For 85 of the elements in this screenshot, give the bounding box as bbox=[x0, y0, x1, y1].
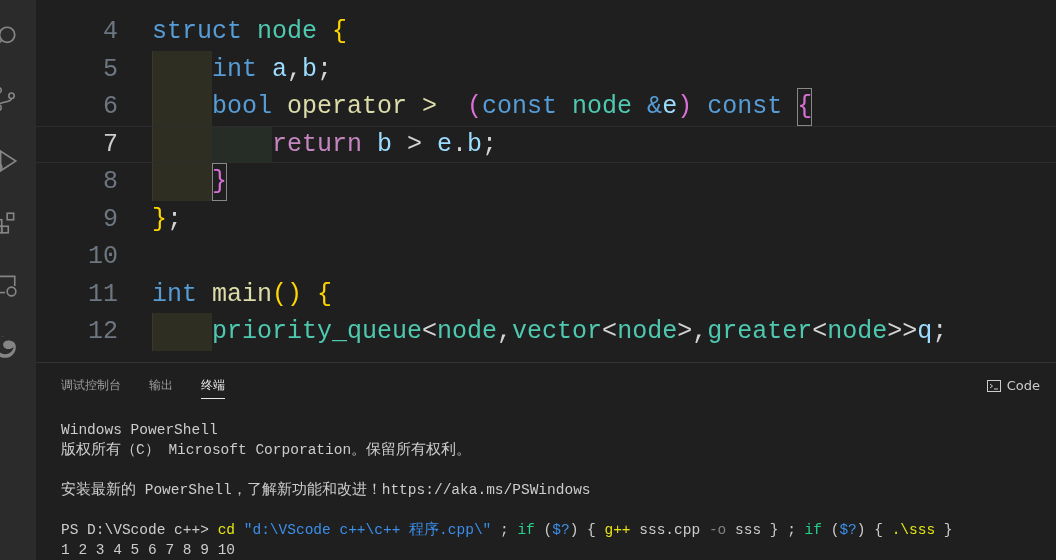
code-token: } bbox=[152, 203, 167, 236]
terminal-text: 安装最新的 PowerShell，了解新功能和改进！https://aka.ms/PSWindows bbox=[61, 482, 591, 498]
code-token: < bbox=[422, 316, 438, 348]
terminal-text: PS D:\VScode c++> bbox=[61, 522, 210, 538]
line-number: 8 bbox=[102, 166, 118, 198]
terminal-text: if bbox=[517, 522, 535, 538]
terminal-text: ) { bbox=[856, 522, 884, 538]
code-token: greater bbox=[707, 316, 813, 348]
code-token: & bbox=[647, 91, 663, 123]
code-token: { bbox=[317, 278, 333, 311]
terminal-name[interactable]: Code bbox=[1006, 378, 1040, 393]
code-token: < bbox=[602, 316, 618, 348]
code-token: priority_queue bbox=[212, 316, 423, 348]
code-token: >, bbox=[677, 316, 708, 348]
terminal-text: 1 2 3 4 5 6 7 8 9 10 bbox=[61, 542, 236, 558]
terminal-text: -o bbox=[708, 522, 727, 538]
line-number: 5 bbox=[102, 53, 118, 86]
terminal-text: sss } ; bbox=[733, 522, 797, 538]
code-token: ; bbox=[167, 203, 183, 236]
code-token: operator bbox=[287, 91, 409, 123]
code-token: return bbox=[272, 128, 363, 161]
terminal-text: g++ bbox=[604, 522, 631, 538]
terminal-text: cd bbox=[217, 522, 237, 538]
terminal-text: .\sss bbox=[891, 522, 936, 538]
line-number: 9 bbox=[102, 203, 118, 236]
terminal-text: Windows PowerShell bbox=[61, 422, 218, 438]
code-token: bool bbox=[212, 91, 273, 123]
code-token: ) bbox=[677, 91, 693, 123]
code-token: () bbox=[272, 278, 304, 311]
code-token: ; bbox=[932, 316, 948, 348]
terminal-icon bbox=[985, 377, 1002, 394]
code-token: b bbox=[302, 53, 318, 86]
code-token: < bbox=[812, 316, 828, 348]
panel-tab[interactable]: 调试控制台 bbox=[61, 372, 121, 399]
code-token: q bbox=[917, 316, 933, 348]
code-token: node bbox=[257, 16, 319, 48]
code-token: node bbox=[437, 316, 498, 348]
code-token: ( bbox=[467, 91, 483, 123]
terminal-text: $? bbox=[552, 522, 570, 538]
code-token: , bbox=[497, 316, 513, 348]
panel-tab[interactable]: 终端 bbox=[201, 372, 225, 399]
code-token: a bbox=[272, 53, 288, 86]
terminal-text: ( bbox=[829, 522, 840, 538]
code-token: node bbox=[572, 91, 634, 123]
code-token: } bbox=[212, 163, 227, 201]
code-token: >> bbox=[887, 316, 918, 348]
line-number: 6 bbox=[102, 91, 118, 123]
terminal-text: sss.cpp bbox=[638, 522, 702, 538]
terminal-text: if bbox=[804, 522, 822, 538]
code-token: struct bbox=[152, 16, 243, 48]
indent-guide bbox=[152, 313, 212, 351]
code-token: node bbox=[827, 316, 888, 348]
code-token: . bbox=[452, 128, 468, 161]
terminal-text: } bbox=[942, 522, 953, 538]
line-number: 10 bbox=[87, 241, 118, 273]
code-token: > bbox=[422, 91, 439, 123]
code-token: b bbox=[467, 128, 483, 161]
terminal-text: ) { bbox=[569, 522, 597, 538]
code-token: { bbox=[332, 16, 348, 48]
terminal-text: $? bbox=[839, 522, 857, 538]
code-token: b bbox=[377, 128, 393, 161]
line-number: 12 bbox=[87, 316, 118, 348]
terminal-text: "d:\VScode c++\c++ 程序.cpp\" bbox=[243, 522, 492, 538]
code-token: main bbox=[212, 278, 273, 311]
line-number: 7 bbox=[102, 128, 118, 161]
code-token: int bbox=[212, 53, 258, 86]
terminal-text: ; bbox=[499, 522, 510, 538]
code-token: vector bbox=[512, 316, 603, 348]
code-token: node bbox=[617, 316, 678, 348]
code-token: e bbox=[437, 128, 453, 161]
indent-guide bbox=[152, 50, 212, 88]
code-token: ; bbox=[317, 53, 333, 86]
code-token: const bbox=[706, 91, 784, 123]
code-token: , bbox=[287, 53, 303, 86]
code-token: > bbox=[406, 128, 424, 161]
code-token: e bbox=[662, 91, 678, 123]
line-number: 11 bbox=[87, 278, 118, 311]
terminal-text: ( bbox=[542, 522, 553, 538]
code-token: const bbox=[482, 91, 559, 123]
panel-tab[interactable]: 输出 bbox=[149, 372, 173, 399]
code-token: ; bbox=[482, 128, 498, 161]
terminal-text: 版权所有（C） Microsoft Corporation。保留所有权利。 bbox=[61, 442, 472, 458]
line-number: 4 bbox=[102, 16, 118, 48]
code-token: int bbox=[152, 278, 198, 311]
code-token: { bbox=[797, 88, 813, 126]
